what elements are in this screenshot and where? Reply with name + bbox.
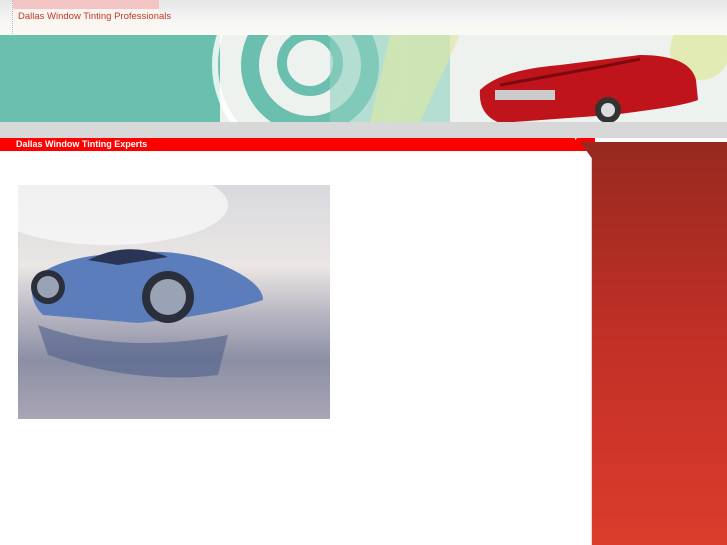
header-banner [0, 35, 727, 122]
banner-base-strip [0, 122, 727, 138]
tab-strip [13, 0, 159, 9]
site-title: Dallas Window Tinting Professionals [18, 11, 172, 22]
site-title-tab[interactable]: Dallas Window Tinting Professionals [12, 0, 171, 34]
blue-sports-car-image [18, 185, 330, 419]
tagline-bar: Dallas Window Tinting Experts [0, 138, 575, 151]
banner-graphic [0, 35, 727, 122]
tagline: Dallas Window Tinting Experts [16, 139, 148, 149]
right-sidebar-panel [580, 142, 727, 545]
